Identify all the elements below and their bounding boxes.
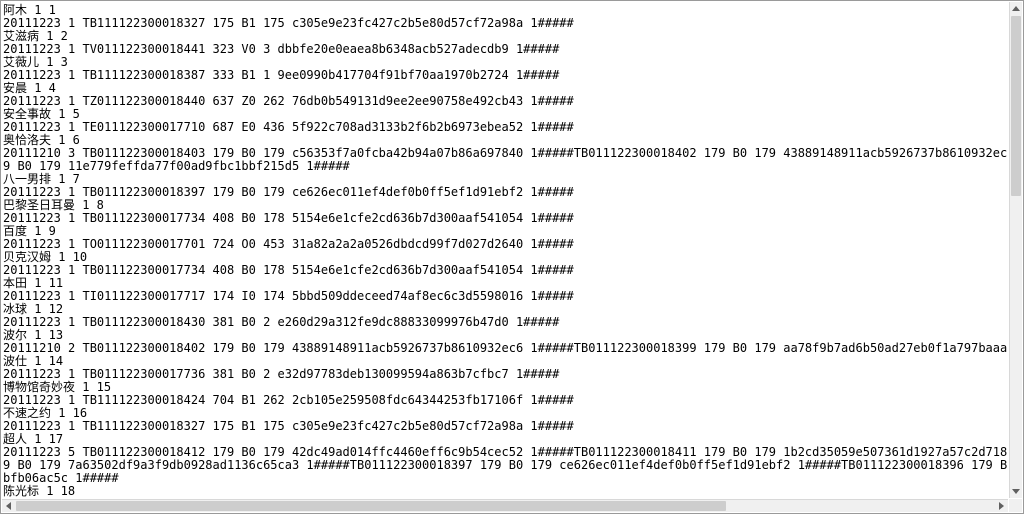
horizontal-scroll-thumb[interactable]	[16, 501, 726, 511]
horizontal-scrollbar[interactable]	[2, 499, 1008, 512]
chevron-down-icon	[1012, 489, 1020, 494]
chevron-up-icon	[1012, 6, 1020, 11]
vertical-scrollbar[interactable]	[1009, 2, 1022, 498]
text-content: 阿木 1 1 20111223 1 TB111122300018327 175 …	[2, 2, 1008, 498]
scroll-right-button[interactable]	[995, 500, 1008, 512]
scroll-left-button[interactable]	[2, 500, 15, 512]
scroll-down-button[interactable]	[1010, 485, 1022, 498]
chevron-right-icon	[999, 502, 1004, 510]
text-viewport: 阿木 1 1 20111223 1 TB111122300018327 175 …	[0, 0, 1024, 514]
chevron-left-icon	[6, 502, 11, 510]
scroll-up-button[interactable]	[1010, 2, 1022, 15]
vertical-scroll-thumb[interactable]	[1011, 16, 1021, 196]
scrollbar-corner	[1009, 499, 1022, 512]
